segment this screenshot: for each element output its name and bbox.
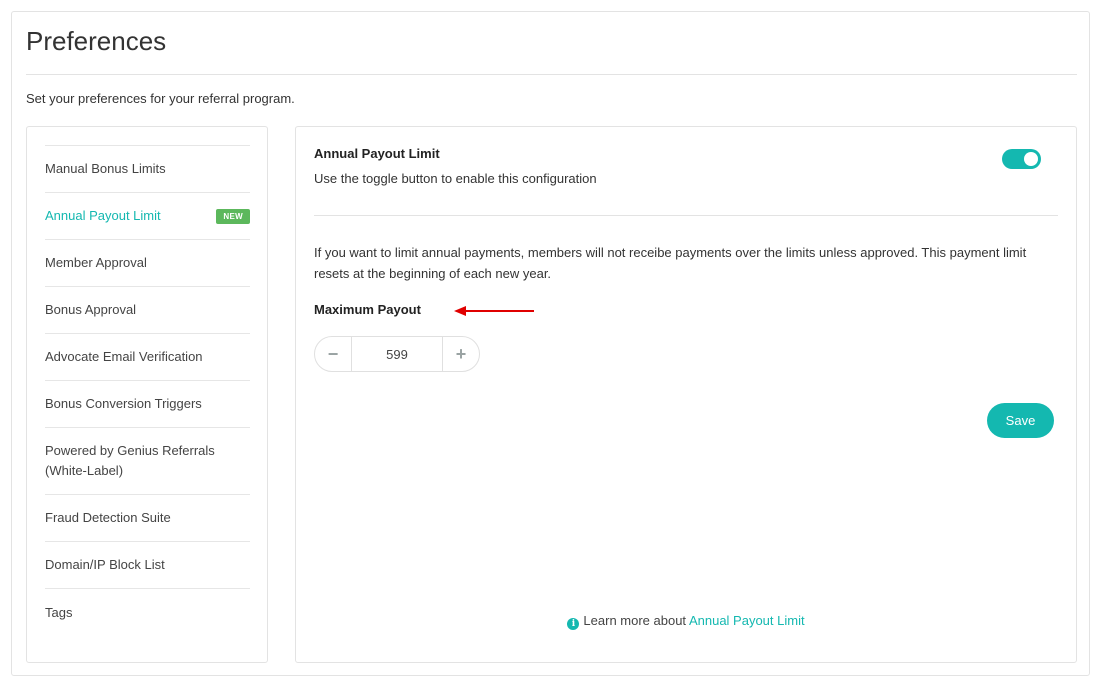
increment-button[interactable]: + [442,337,479,371]
sidebar-item-fraud-detection-suite[interactable]: Fraud Detection Suite [45,495,250,542]
new-badge: NEW [216,208,250,224]
sidebar-item-label: Bonus Conversion Triggers [45,396,202,411]
sidebar-item-member-approval[interactable]: Member Approval [45,240,250,287]
toggle-knob [1024,152,1038,166]
sidebar-item-label: Fraud Detection Suite [45,510,171,525]
preferences-card: Preferences Set your preferences for you… [11,11,1090,676]
sidebar-item-bonus-conversion-triggers[interactable]: Bonus Conversion Triggers [45,381,250,428]
learn-more-prefix: Learn more about [583,613,687,628]
sidebar-item-label: Domain/IP Block List [45,557,165,572]
panel-description: If you want to limit annual payments, me… [314,245,1027,281]
sidebar-item-annual-payout-limit[interactable]: Annual Payout Limit NEW [45,193,250,240]
decrement-button[interactable]: − [315,337,352,371]
maximum-payout-stepper: − + [314,336,480,372]
panel-divider [314,215,1058,216]
sidebar-item-label: Annual Payout Limit [45,208,161,223]
sidebar-item-label: Bonus Approval [45,302,137,317]
sidebar-item-white-label[interactable]: Powered by Genius Referrals (White-Label… [45,428,250,495]
page-subtitle: Set your preferences for your referral p… [26,91,295,106]
learn-more-link[interactable]: Annual Payout Limit [689,613,805,628]
sidebar-item-label: Manual Bonus Limits [45,161,166,176]
panel-heading: Annual Payout Limit [314,146,440,161]
settings-panel: Annual Payout Limit Use the toggle butto… [295,126,1077,663]
toggle-hint: Use the toggle button to enable this con… [314,171,597,186]
sidebar-item-domain-ip-block-list[interactable]: Domain/IP Block List [45,542,250,589]
sidebar-item-label: Advocate Email Verification [45,349,203,364]
sidebar-item-manual-bonus-limits[interactable]: Manual Bonus Limits [45,146,250,193]
maximum-payout-label: Maximum Payout [314,302,421,317]
learn-more: i Learn more about Annual Payout Limit [296,613,1076,630]
info-circle-icon: i [567,618,580,630]
title-divider [26,74,1077,75]
red-arrow-left-icon [454,306,534,316]
sidebar-item-label: Powered by Genius Referrals (White-Label… [45,443,215,478]
page-title: Preferences [26,26,167,56]
sidebar-item-label: Tags [45,604,73,620]
sidebar-item-tags[interactable]: Tags [45,589,250,636]
sidebar-item-label: Member Approval [45,255,147,270]
save-button[interactable]: Save [987,403,1054,438]
sidebar-item-advocate-email-verification[interactable]: Advocate Email Verification [45,334,250,381]
sidebar-item-bonus-approval[interactable]: Bonus Approval [45,287,250,334]
preferences-sidebar: Manual Bonus Limits Annual Payout Limit … [26,126,268,663]
enable-toggle[interactable] [1002,149,1041,169]
maximum-payout-input[interactable] [352,337,442,371]
sidebar-list: Manual Bonus Limits Annual Payout Limit … [45,145,250,636]
